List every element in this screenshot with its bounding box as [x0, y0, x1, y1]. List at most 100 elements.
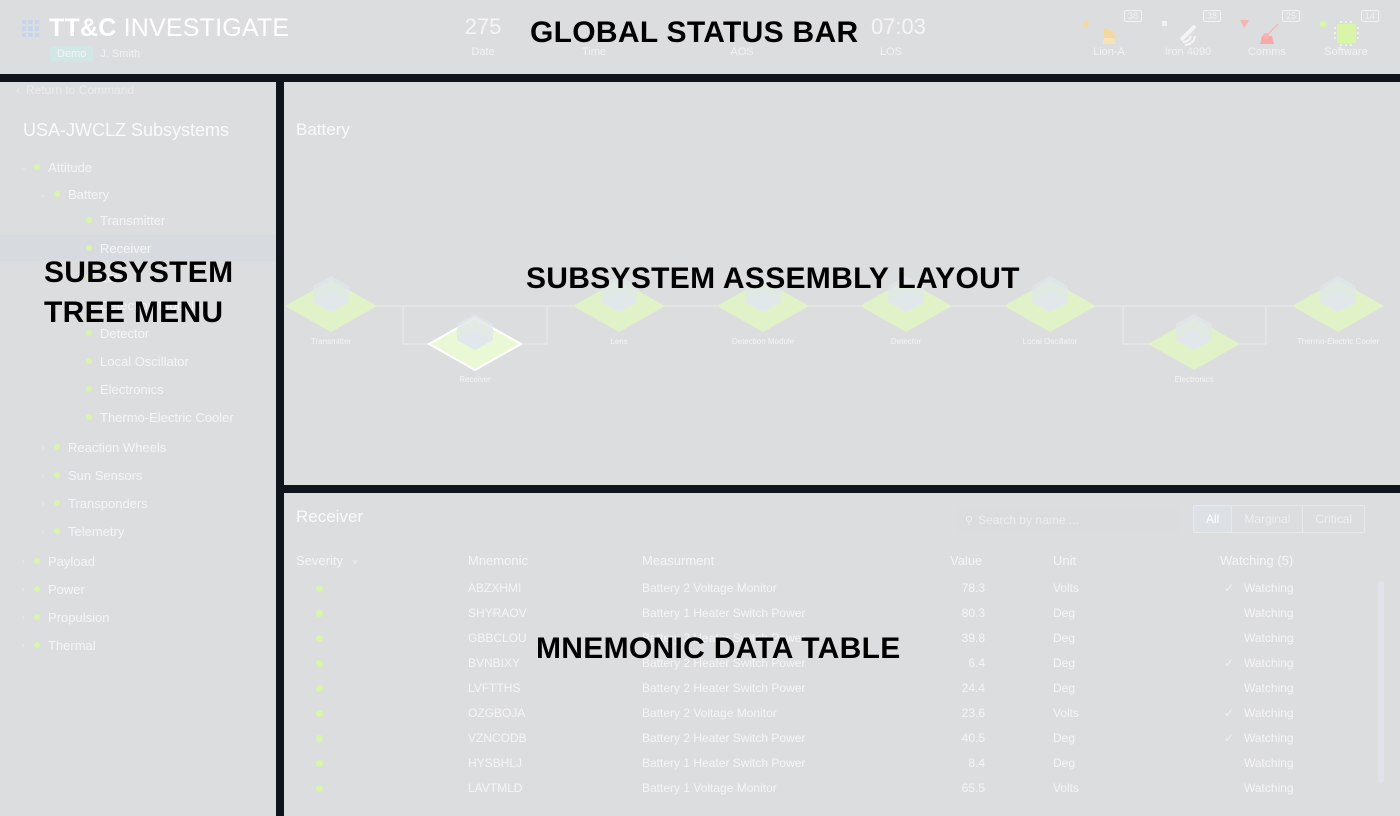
- system-status-iron-4090[interactable]: 38 Iron 4090: [1153, 8, 1223, 68]
- tree-item[interactable]: › Propulsion: [0, 604, 276, 630]
- tree-item[interactable]: ⌄ Attitude: [0, 154, 276, 180]
- chip-icon: [1331, 20, 1361, 46]
- table-row[interactable]: VZNCODB Battery 2 Heater Switch Power 40.5…: [284, 726, 1374, 751]
- assembly-component[interactable]: Receiver: [426, 314, 524, 384]
- assembly-component[interactable]: Thermo-Electric Cooler: [1292, 276, 1384, 346]
- chevron-left-icon: ‹: [16, 83, 20, 97]
- mnemonic-cell: BVNBIXY: [468, 656, 521, 670]
- search-icon: ⚲: [965, 514, 974, 527]
- watching-toggle[interactable]: Watching: [1244, 681, 1294, 695]
- tree-item[interactable]: Local Oscillator: [0, 348, 276, 374]
- chevron-down-icon[interactable]: ⌄: [18, 162, 28, 173]
- table-title: Receiver: [296, 507, 364, 526]
- severity-dot-icon: [316, 760, 323, 767]
- value-cell: 40.5: [961, 731, 985, 745]
- checkmark-icon[interactable]: ✓: [1224, 706, 1234, 720]
- status-dot-icon: [86, 245, 92, 251]
- tree-item[interactable]: Thermo-Electric Cooler: [0, 404, 276, 430]
- component-label: Receiver: [459, 375, 491, 384]
- system-status-comms[interactable]: 25 Comms: [1232, 8, 1302, 68]
- severity-filter: All Marginal Critical: [1193, 505, 1366, 533]
- tree-item[interactable]: › Sun Sensors: [0, 462, 276, 488]
- severity-dot-icon: [316, 660, 323, 667]
- status-dot-icon: [54, 528, 60, 534]
- sort-down-icon: ▼: [350, 558, 359, 567]
- mnemonic-cell: SHYRAOV: [468, 606, 527, 620]
- tree-item[interactable]: Electronics: [0, 376, 276, 402]
- tree-item[interactable]: › Transponders: [0, 490, 276, 516]
- mnemonic-cell: OZGBOJA: [468, 706, 526, 720]
- chevron-right-icon[interactable]: ›: [18, 640, 28, 650]
- tree-item[interactable]: › Thermal: [0, 632, 276, 658]
- chevron-right-icon[interactable]: ›: [18, 612, 28, 622]
- table-row[interactable]: ABZXHMI Battery 2 Voltage Monitor 78.3 Volt…: [284, 576, 1374, 601]
- component-label: Lens: [610, 337, 627, 346]
- tree-item-label: Transponders: [68, 495, 148, 511]
- tree-item[interactable]: ⌄ Battery: [0, 181, 276, 207]
- watching-toggle[interactable]: Watching: [1244, 706, 1294, 720]
- status-dot-icon: [54, 472, 60, 478]
- tree-item[interactable]: Transmitter: [0, 207, 276, 233]
- column-header-unit[interactable]: Unit: [1053, 553, 1076, 568]
- table-row[interactable]: HYSBHLJ Battery 1 Heater Switch Power 8.4 D…: [284, 751, 1374, 776]
- table-row[interactable]: LAVTMLD Battery 1 Voltage Monitor 65.5 Volt…: [284, 776, 1374, 801]
- tree-item-label: Payload: [48, 553, 95, 569]
- checkmark-icon[interactable]: ✓: [1224, 581, 1234, 595]
- filter-marginal-button[interactable]: Marginal: [1232, 506, 1304, 532]
- system-status-lion-a[interactable]: 38 Lion-A: [1074, 8, 1144, 68]
- filter-critical-button[interactable]: Critical: [1303, 506, 1364, 532]
- clock-date: 275 Date: [464, 14, 502, 58]
- annotation-tree-menu-line2: TREE MENU: [44, 296, 224, 329]
- checkmark-icon[interactable]: ✓: [1224, 656, 1234, 670]
- unit-cell: Deg: [1053, 606, 1076, 620]
- watching-toggle[interactable]: Watching: [1244, 631, 1294, 645]
- assembly-component[interactable]: Electronics: [1148, 314, 1240, 384]
- table-scrollbar[interactable]: [1378, 581, 1384, 783]
- column-header-mnemonic[interactable]: Mnemonic: [468, 553, 528, 568]
- column-header-severity[interactable]: Severity ▼: [296, 553, 359, 568]
- tree-item-label: Local Oscillator: [100, 353, 189, 369]
- system-status-software[interactable]: 14 Software: [1311, 8, 1381, 68]
- watching-toggle[interactable]: Watching: [1244, 656, 1294, 670]
- chevron-down-icon[interactable]: ⌄: [38, 189, 48, 200]
- tree-item-label: Propulsion: [48, 609, 110, 625]
- tree-item[interactable]: › Telemetry: [0, 518, 276, 544]
- table-row[interactable]: OZGBOJA Battery 2 Voltage Monitor 23.6 Volt…: [284, 701, 1374, 726]
- assembly-component[interactable]: Transmitter: [285, 276, 377, 346]
- table-row[interactable]: SHYRAOV Battery 1 Heater Switch Power 80.3…: [284, 601, 1374, 626]
- filter-all-button[interactable]: All: [1194, 506, 1233, 532]
- tree-item[interactable]: › Payload: [0, 548, 276, 574]
- watching-toggle[interactable]: Watching: [1244, 781, 1294, 795]
- chevron-right-icon[interactable]: ›: [18, 556, 28, 566]
- search-input[interactable]: [978, 513, 1169, 527]
- tree-item[interactable]: › Power: [0, 576, 276, 602]
- column-header-measurement[interactable]: Measurment: [642, 553, 714, 568]
- severity-dot-icon: [316, 685, 323, 692]
- watching-toggle[interactable]: Watching: [1244, 581, 1294, 595]
- status-dot-icon: [86, 414, 92, 420]
- severity-dot-icon: [316, 635, 323, 642]
- chevron-right-icon[interactable]: ›: [18, 584, 28, 594]
- unit-cell: Deg: [1053, 631, 1076, 645]
- chevron-right-icon[interactable]: ›: [38, 470, 48, 480]
- chevron-right-icon[interactable]: ›: [38, 498, 48, 508]
- tree-item[interactable]: › Reaction Wheels: [0, 434, 276, 460]
- unit-cell: Deg: [1053, 731, 1076, 745]
- column-header-value[interactable]: Value: [950, 553, 982, 568]
- search-box[interactable]: ⚲: [957, 507, 1179, 533]
- table-row[interactable]: LVFTTHS Battery 2 Heater Switch Power 24.4…: [284, 676, 1374, 701]
- watching-toggle[interactable]: Watching: [1244, 606, 1294, 620]
- tree-item-label: Battery: [68, 186, 110, 202]
- tree-item-label: Attitude: [48, 159, 93, 175]
- return-to-command-link[interactable]: ‹ Return to Command: [16, 83, 134, 97]
- column-header-watching[interactable]: Watching (5): [1220, 553, 1293, 568]
- chevron-right-icon[interactable]: ›: [38, 442, 48, 452]
- watching-toggle[interactable]: Watching: [1244, 731, 1294, 745]
- mnemonic-cell: GBBCLOU: [468, 631, 527, 645]
- checkmark-icon[interactable]: ✓: [1224, 731, 1234, 745]
- annotation-data-table: MNEMONIC DATA TABLE: [536, 632, 901, 665]
- chevron-right-icon[interactable]: ›: [38, 526, 48, 536]
- watching-toggle[interactable]: Watching: [1244, 756, 1294, 770]
- status-triangle-icon: [1240, 15, 1249, 28]
- app-grid-icon[interactable]: [22, 20, 39, 37]
